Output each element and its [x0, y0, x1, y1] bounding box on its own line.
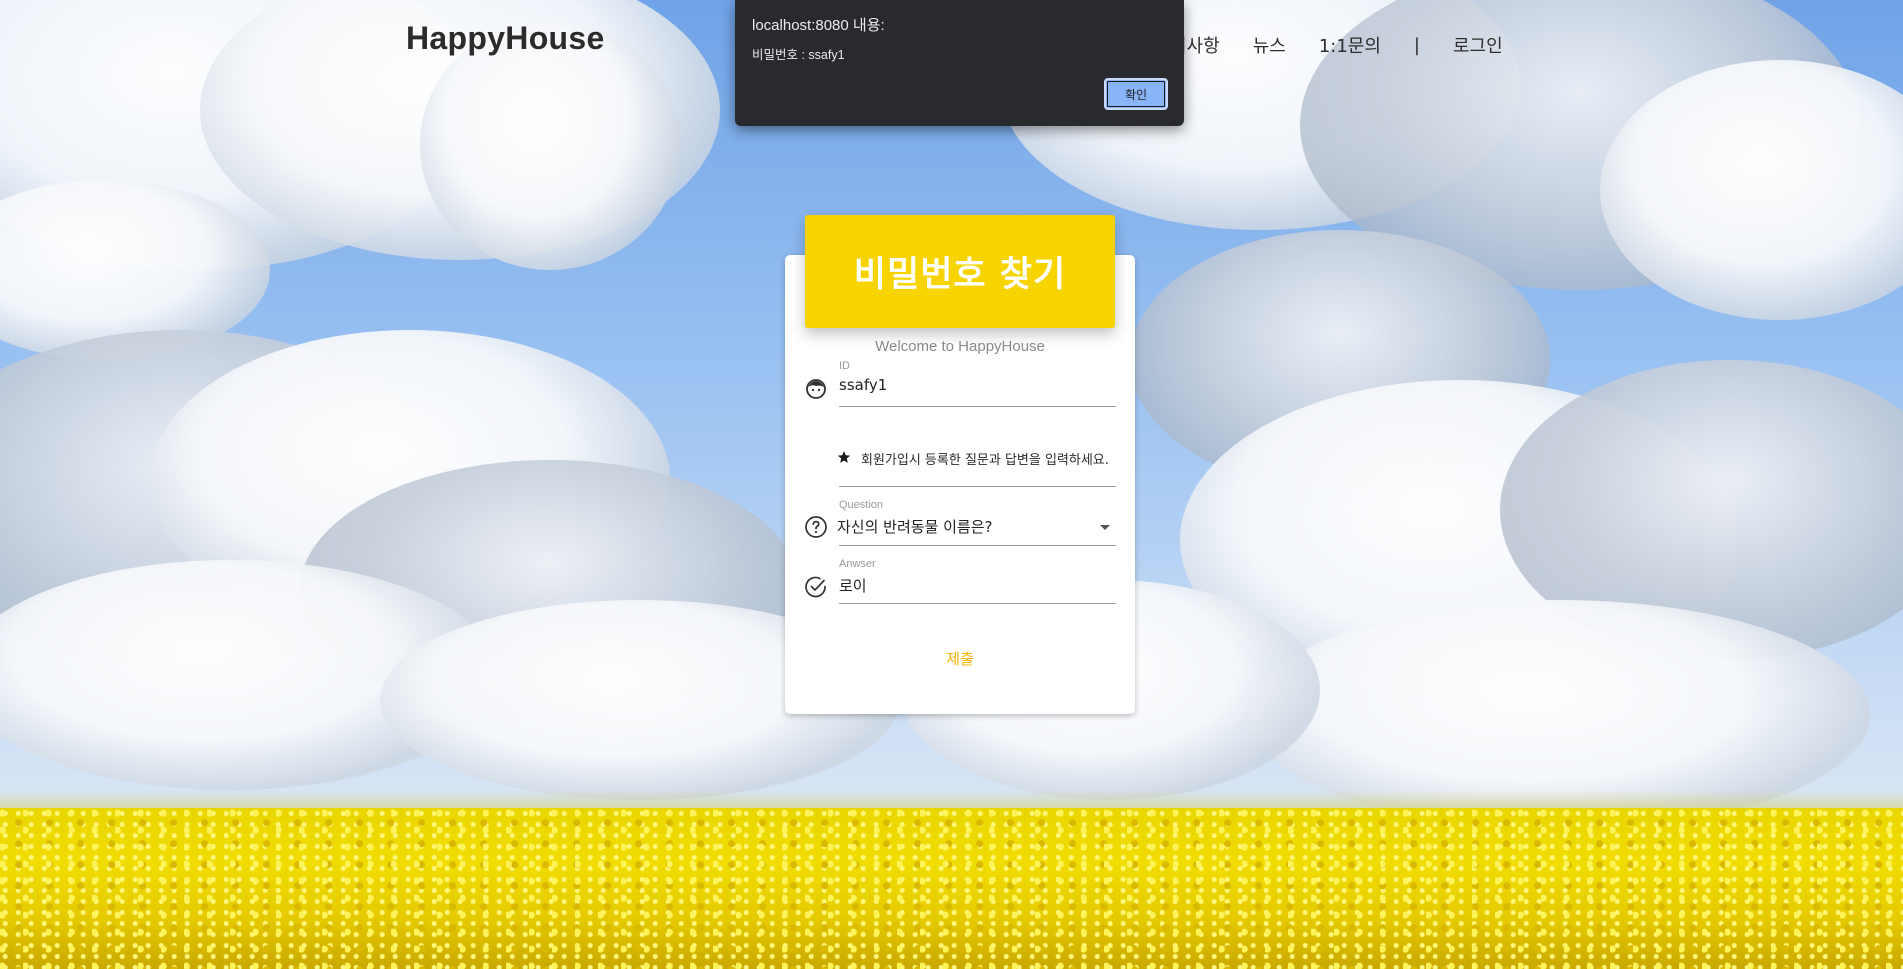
- card-subtitle: Welcome to HappyHouse: [875, 338, 1045, 355]
- answer-field: Anwser 로이: [803, 557, 1116, 607]
- hint-row: 회원가입시 등록한 질문과 답변을 입력하세요.: [837, 449, 1109, 468]
- hint-text: 회원가입시 등록한 질문과 답변을 입력하세요.: [861, 453, 1109, 468]
- id-input[interactable]: ssafy1: [839, 376, 1116, 394]
- card-title: 비밀번호 찾기: [853, 255, 1067, 295]
- help-circle-icon: [803, 514, 829, 540]
- dropdown-caret-icon[interactable]: [1100, 525, 1110, 530]
- alert-message: 비밀번호 : ssafy1: [752, 48, 845, 62]
- nav-news[interactable]: 뉴스: [1253, 32, 1286, 58]
- answer-underline: [839, 603, 1116, 604]
- submit-button[interactable]: 제출: [925, 645, 995, 671]
- nav-login[interactable]: 로그인: [1453, 32, 1503, 58]
- star-icon: [837, 449, 851, 468]
- id-label: ID: [839, 360, 850, 372]
- question-label: Question: [839, 499, 884, 511]
- alert-dialog: localhost:8080 내용: 비밀번호 : ssafy1 확인: [735, 0, 1184, 126]
- site-logo[interactable]: HappyHouse: [406, 20, 605, 57]
- question-field[interactable]: Question 자신의 반려동물 이름은?: [803, 498, 1116, 548]
- main-nav: 지사항 뉴스 1:1문의 | 로그인: [1170, 32, 1536, 58]
- nav-qna[interactable]: 1:1문의: [1319, 32, 1381, 58]
- answer-label: Anwser: [839, 558, 876, 570]
- question-select[interactable]: 자신의 반려동물 이름은?: [837, 516, 1116, 537]
- answer-input[interactable]: 로이: [839, 575, 1116, 596]
- id-field: ID ssafy1: [803, 358, 1116, 408]
- question-underline: [839, 545, 1116, 546]
- hint-divider: [839, 486, 1116, 487]
- nav-divider: |: [1413, 34, 1420, 56]
- alert-ok-button[interactable]: 확인: [1104, 78, 1168, 110]
- alert-title: localhost:8080 내용:: [752, 17, 885, 34]
- card-header: 비밀번호 찾기: [805, 215, 1115, 328]
- face-icon: [803, 376, 829, 402]
- id-underline: [839, 406, 1116, 407]
- check-circle-icon: [803, 574, 829, 600]
